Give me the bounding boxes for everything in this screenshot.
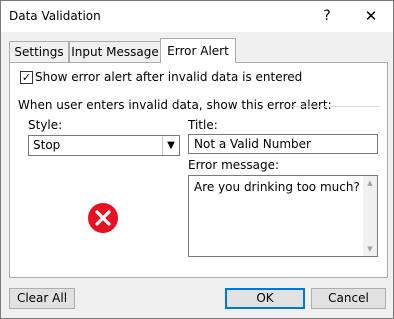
style-select[interactable]: Stop ▼ bbox=[28, 135, 180, 156]
scroll-up-arrow-icon[interactable]: ▲ bbox=[363, 176, 377, 190]
window-title: Data Validation bbox=[9, 9, 101, 23]
error-message-textarea[interactable]: Are you drinking too much? ▲ ▼ bbox=[188, 175, 378, 257]
scroll-down-arrow-icon[interactable]: ▼ bbox=[363, 242, 377, 256]
cancel-button[interactable]: Cancel bbox=[311, 288, 386, 309]
title-bar: Data Validation ? ✕ bbox=[1, 1, 393, 32]
ok-button[interactable]: OK bbox=[225, 288, 305, 309]
style-select-value: Stop bbox=[33, 138, 61, 152]
help-button[interactable]: ? bbox=[309, 1, 345, 32]
tab-input-message[interactable]: Input Message bbox=[69, 41, 161, 62]
error-stop-icon bbox=[88, 203, 118, 233]
error-message-label: Error message: bbox=[188, 158, 280, 172]
error-alert-panel: ✓ Show error alert after invalid data is… bbox=[9, 62, 388, 278]
message-scrollbar[interactable]: ▲ ▼ bbox=[363, 176, 377, 256]
group-divider bbox=[290, 106, 380, 107]
style-label: Style: bbox=[28, 118, 63, 132]
error-message-text: Are you drinking too much? bbox=[194, 180, 360, 194]
title-input[interactable] bbox=[188, 134, 378, 154]
show-alert-label[interactable]: Show error alert after invalid data is e… bbox=[35, 70, 302, 84]
show-alert-checkbox[interactable]: ✓ bbox=[20, 71, 33, 84]
data-validation-dialog: Data Validation ? ✕ Settings Input Messa… bbox=[0, 0, 394, 319]
group-label: When user enters invalid data, show this… bbox=[18, 98, 332, 112]
tab-error-alert[interactable]: Error Alert bbox=[160, 38, 236, 63]
tab-settings[interactable]: Settings bbox=[9, 41, 69, 62]
clear-all-button[interactable]: Clear All bbox=[9, 288, 75, 309]
close-button[interactable]: ✕ bbox=[353, 1, 389, 32]
title-label: Title: bbox=[188, 118, 218, 132]
chevron-down-icon[interactable]: ▼ bbox=[162, 136, 179, 155]
